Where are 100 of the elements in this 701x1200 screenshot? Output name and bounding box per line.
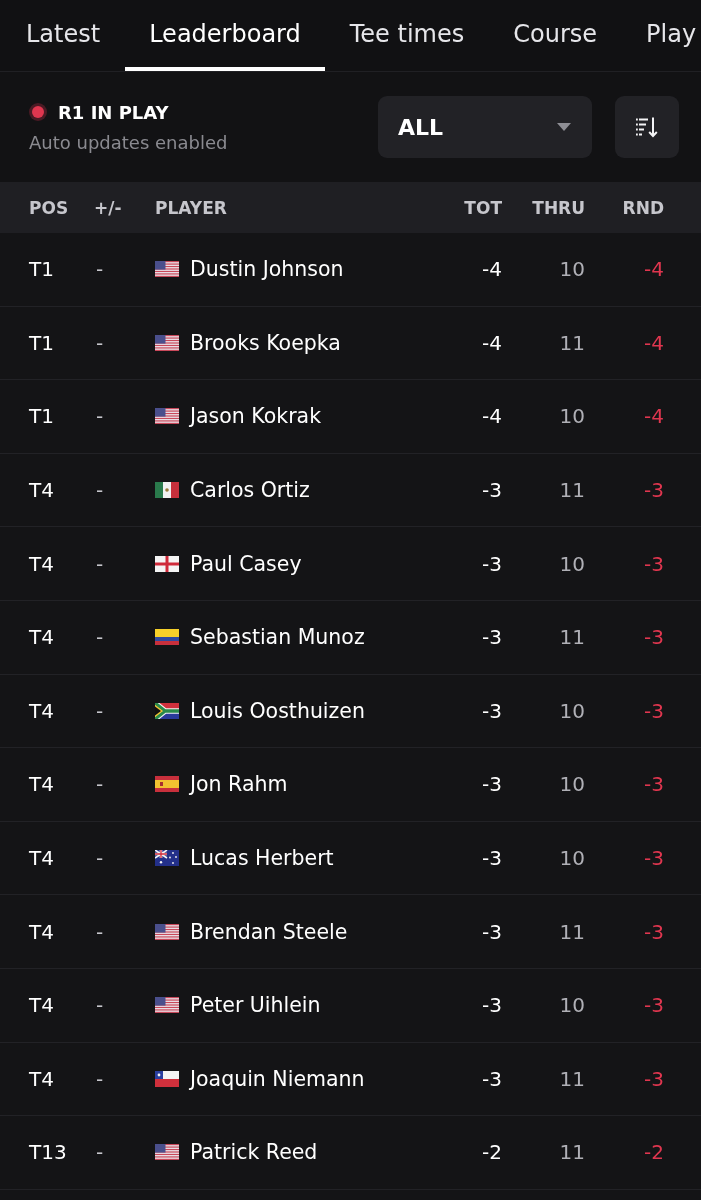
position-text: T1	[29, 404, 54, 429]
holes-played: 10	[559, 698, 585, 723]
movement-text: -	[95, 993, 104, 1018]
player-name[interactable]: Jason Kokrak	[190, 404, 322, 429]
position-text: T4	[29, 993, 54, 1018]
us-flag-icon	[155, 997, 179, 1014]
holes-played: 11	[559, 478, 585, 503]
position-text: T4	[29, 1066, 54, 1091]
round-score: -3	[644, 478, 664, 503]
filter-dropdown[interactable]: ALL	[378, 96, 592, 158]
live-dot-icon	[29, 103, 47, 121]
caret-icon	[557, 123, 571, 131]
holes-played: 10	[559, 404, 585, 429]
round-score: -3	[644, 625, 664, 650]
round-score: -3	[644, 1066, 664, 1091]
movement-text: -	[95, 257, 104, 282]
player-name[interactable]: Patrick Reed	[190, 1140, 318, 1165]
movement-text: -	[95, 919, 104, 944]
player-name[interactable]: Brendan Steele	[190, 919, 348, 944]
tab[interactable]: Play	[621, 0, 697, 71]
player-name[interactable]: Peter Uihlein	[190, 993, 321, 1018]
holes-played: 11	[559, 919, 585, 944]
australia-flag-icon	[155, 850, 179, 867]
position-text: T4	[29, 551, 54, 576]
total-score: -3	[482, 919, 502, 944]
position-text: T4	[29, 919, 54, 944]
sort-button[interactable]	[615, 96, 679, 158]
position-text: T13	[29, 1140, 67, 1165]
tab[interactable]: Latest	[0, 0, 125, 71]
holes-played: 10	[559, 551, 585, 576]
tab[interactable]: Tee times	[325, 0, 489, 71]
player-name[interactable]: Paul Casey	[190, 551, 302, 576]
column-header: PLAYER	[155, 197, 227, 218]
column-header: TOT	[464, 197, 502, 218]
holes-played: 11	[559, 1140, 585, 1165]
holes-played: 11	[559, 330, 585, 355]
total-score: -2	[482, 1140, 502, 1165]
column-header: +/-	[94, 197, 122, 218]
position-text: T1	[29, 330, 54, 355]
position-text: T4	[29, 846, 54, 871]
movement-text: -	[95, 404, 104, 429]
position-text: T4	[29, 772, 54, 797]
total-score: -3	[482, 551, 502, 576]
round-score: -3	[644, 846, 664, 871]
holes-played: 11	[559, 1066, 585, 1091]
total-score: -3	[482, 698, 502, 723]
movement-text: -	[95, 1140, 104, 1165]
round-score: -3	[644, 772, 664, 797]
us-flag-icon	[155, 923, 179, 940]
position-text: T4	[29, 478, 54, 503]
total-score: -3	[482, 772, 502, 797]
player-name[interactable]: Jon Rahm	[190, 772, 288, 797]
round-score: -3	[644, 698, 664, 723]
position-text: T4	[29, 625, 54, 650]
mexico-flag-icon	[155, 482, 179, 499]
total-score: -3	[482, 993, 502, 1018]
total-score: -3	[482, 846, 502, 871]
us-flag-icon	[155, 1144, 179, 1161]
round-score: -4	[644, 330, 664, 355]
movement-text: -	[95, 330, 104, 355]
total-score: -3	[482, 478, 502, 503]
total-score: -4	[482, 257, 502, 282]
round-score: -4	[644, 257, 664, 282]
round-score: -2	[644, 1140, 664, 1165]
round-score: -4	[644, 404, 664, 429]
us-flag-icon	[155, 261, 179, 278]
holes-played: 11	[559, 625, 585, 650]
player-name[interactable]: Sebastian Munoz	[190, 625, 365, 650]
player-name[interactable]: Joaquin Niemann	[190, 1066, 365, 1091]
round-status-subtitle: Auto updates enabled	[29, 131, 229, 153]
total-score: -4	[482, 404, 502, 429]
player-name[interactable]: Lucas Herbert	[190, 846, 334, 871]
player-name[interactable]: Dustin Johnson	[190, 257, 344, 282]
chile-flag-icon	[155, 1070, 179, 1087]
player-name[interactable]: Brooks Koepka	[190, 330, 341, 355]
holes-played: 10	[559, 993, 585, 1018]
holes-played: 10	[559, 257, 585, 282]
movement-text: -	[95, 772, 104, 797]
total-score: -4	[482, 330, 502, 355]
sort-icon	[636, 116, 658, 138]
tab[interactable]: Course	[488, 0, 622, 71]
position-text: T1	[29, 257, 54, 282]
movement-text: -	[95, 625, 104, 650]
total-score: -3	[482, 625, 502, 650]
movement-text: -	[95, 846, 104, 871]
holes-played: 10	[559, 772, 585, 797]
england-flag-icon	[155, 555, 179, 572]
player-name[interactable]: Carlos Ortiz	[190, 478, 310, 503]
movement-text: -	[95, 478, 104, 503]
holes-played: 10	[559, 846, 585, 871]
us-flag-icon	[155, 334, 179, 351]
spain-flag-icon	[155, 776, 179, 793]
movement-text: -	[95, 698, 104, 723]
round-score: -3	[644, 993, 664, 1018]
column-header: THRU	[532, 197, 585, 218]
round-status-title: R1 IN PLAY	[58, 101, 169, 123]
movement-text: -	[95, 551, 104, 576]
player-name[interactable]: Louis Oosthuizen	[190, 698, 365, 723]
position-text: T4	[29, 698, 54, 723]
us-flag-icon	[155, 408, 179, 425]
